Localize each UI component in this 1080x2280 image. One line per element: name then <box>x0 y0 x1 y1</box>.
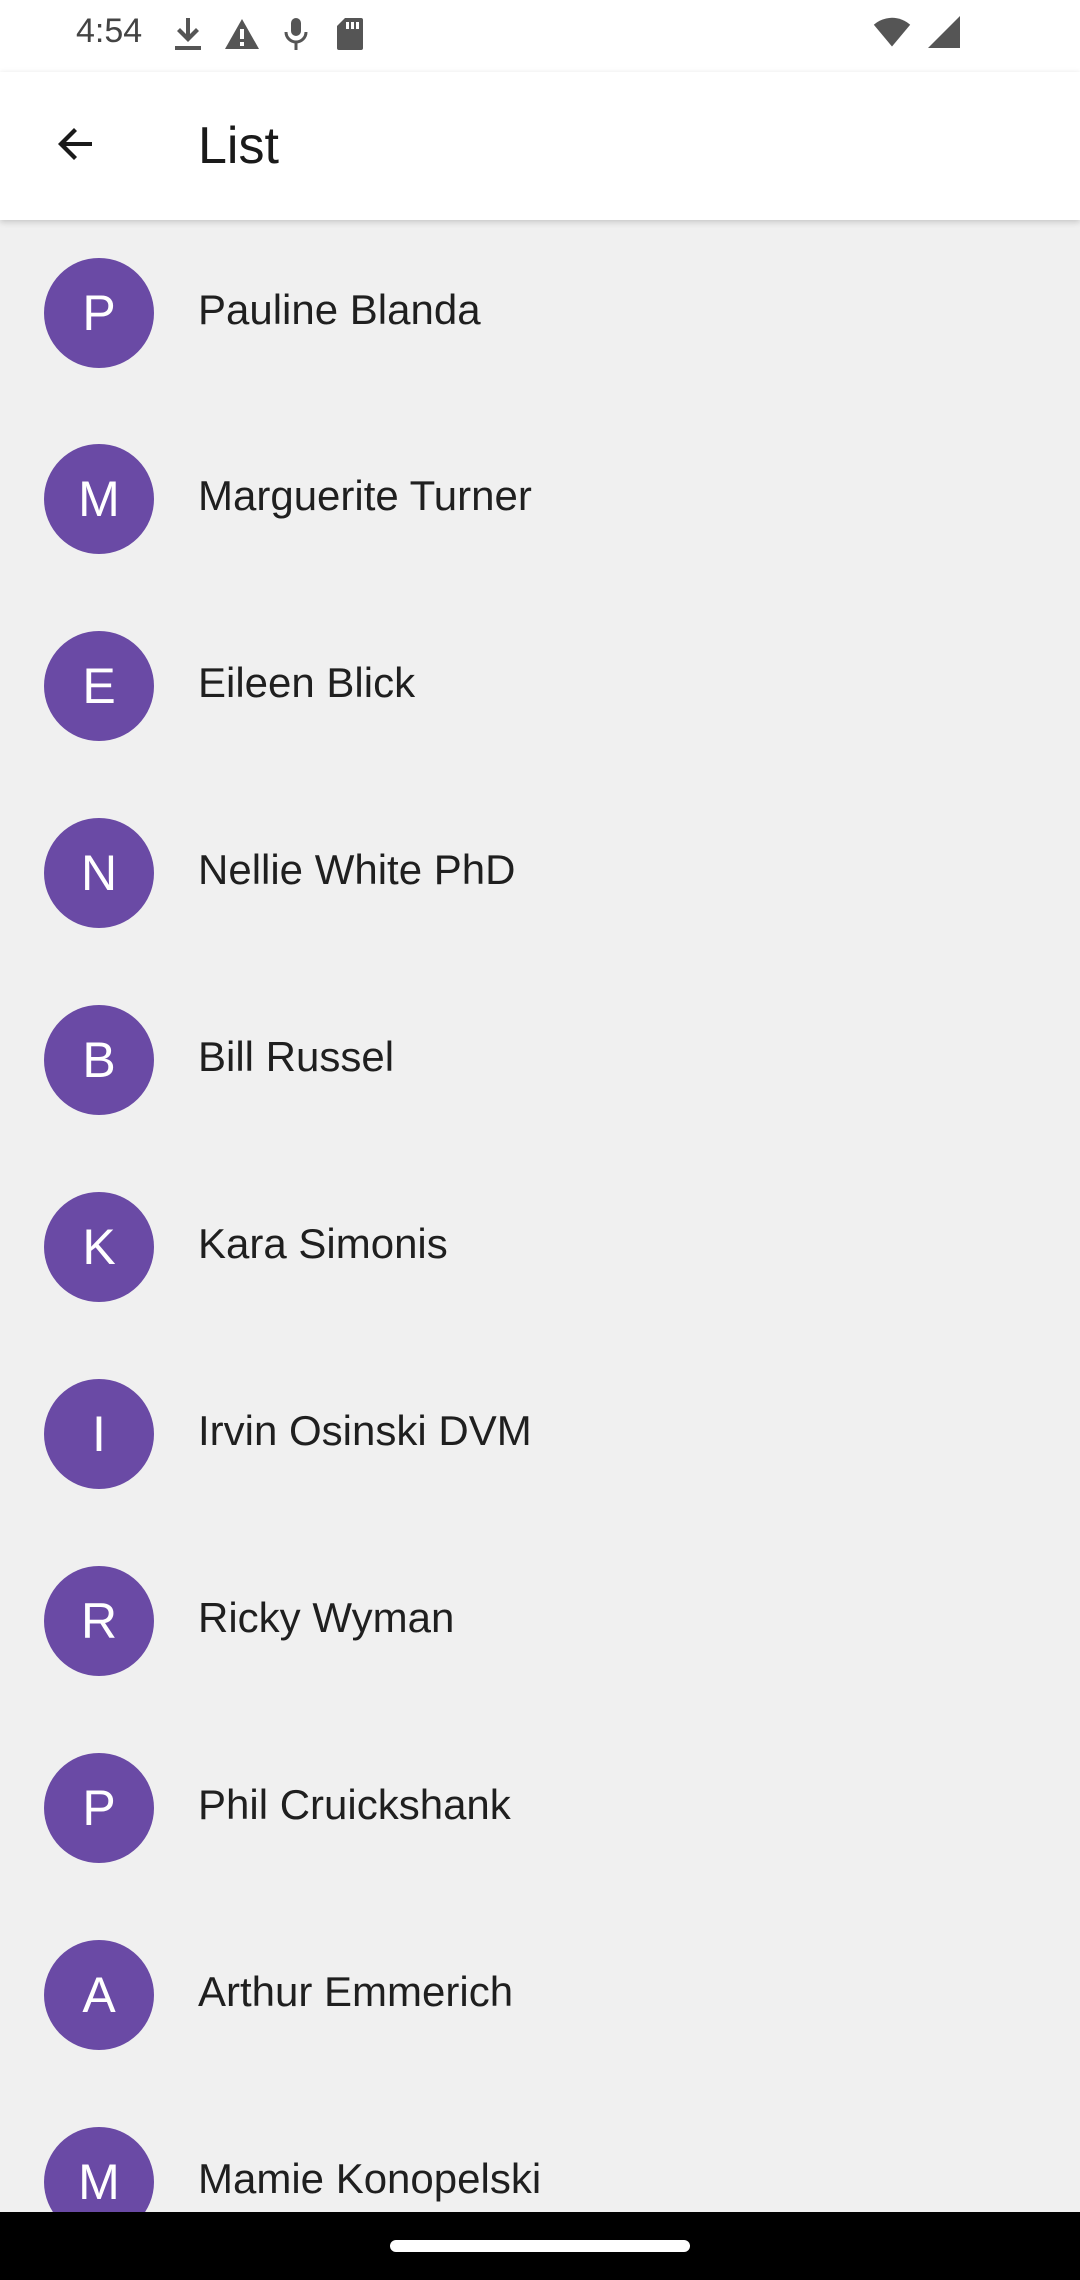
page-title: List <box>198 117 279 175</box>
list-item-name: Bill Russel <box>198 1033 395 1080</box>
list-item[interactable]: B Bill Russel <box>0 967 1080 1154</box>
warning-icon <box>222 14 262 54</box>
list-item-name: Nellie White PhD <box>198 846 516 893</box>
navigation-bar <box>0 2212 1080 2280</box>
list-item-name: Irvin Osinski DVM <box>198 1407 532 1454</box>
list-item[interactable]: I Irvin Osinski DVM <box>0 1341 1080 1528</box>
avatar: P <box>44 258 154 368</box>
list-item-name: Arthur Emmerich <box>198 1968 514 2015</box>
list-item-name: Pauline Blanda <box>198 286 481 333</box>
list-item[interactable]: M Mamie Konopelski <box>0 2089 1080 2212</box>
avatar: I <box>44 1379 154 1489</box>
list-item-name: Kara Simonis <box>198 1220 448 1267</box>
mic-icon <box>276 14 316 54</box>
arrow-back-icon <box>52 120 100 173</box>
list-item-name: Ricky Wyman <box>198 1594 455 1641</box>
list-item[interactable]: R Ricky Wyman <box>0 1528 1080 1715</box>
list-item-name: Eileen Blick <box>198 659 416 706</box>
list-item-name: Phil Cruickshank <box>198 1781 511 1828</box>
status-bar: 4:54 <box>0 0 1080 72</box>
sd-card-icon <box>330 14 370 54</box>
list-item[interactable]: N Nellie White PhD <box>0 780 1080 967</box>
home-indicator[interactable] <box>390 2240 690 2252</box>
back-button[interactable] <box>36 106 116 186</box>
download-icon <box>168 14 208 54</box>
signal-icon <box>924 12 964 52</box>
list-item[interactable]: P Phil Cruickshank <box>0 1715 1080 1902</box>
app-bar: List <box>0 72 1080 220</box>
avatar: P <box>44 1753 154 1863</box>
status-icons-right <box>872 12 964 52</box>
contact-list[interactable]: P Pauline Blanda M Marguerite Turner E E… <box>0 220 1080 2212</box>
avatar: E <box>44 631 154 741</box>
list-item[interactable]: M Marguerite Turner <box>0 406 1080 593</box>
list-item[interactable]: K Kara Simonis <box>0 1154 1080 1341</box>
avatar: A <box>44 1940 154 2050</box>
list-item[interactable]: A Arthur Emmerich <box>0 1902 1080 2089</box>
list-item[interactable]: P Pauline Blanda <box>0 220 1080 406</box>
list-item-name: Mamie Konopelski <box>198 2155 542 2202</box>
avatar: M <box>44 444 154 554</box>
avatar: N <box>44 818 154 928</box>
status-icons-left <box>168 14 370 54</box>
avatar: R <box>44 1566 154 1676</box>
avatar: K <box>44 1192 154 1302</box>
list-item-name: Marguerite Turner <box>198 472 532 519</box>
list-item[interactable]: E Eileen Blick <box>0 593 1080 780</box>
status-time: 4:54 <box>76 12 143 50</box>
avatar: B <box>44 1005 154 1115</box>
avatar: M <box>44 2127 154 2212</box>
wifi-icon <box>872 12 912 52</box>
